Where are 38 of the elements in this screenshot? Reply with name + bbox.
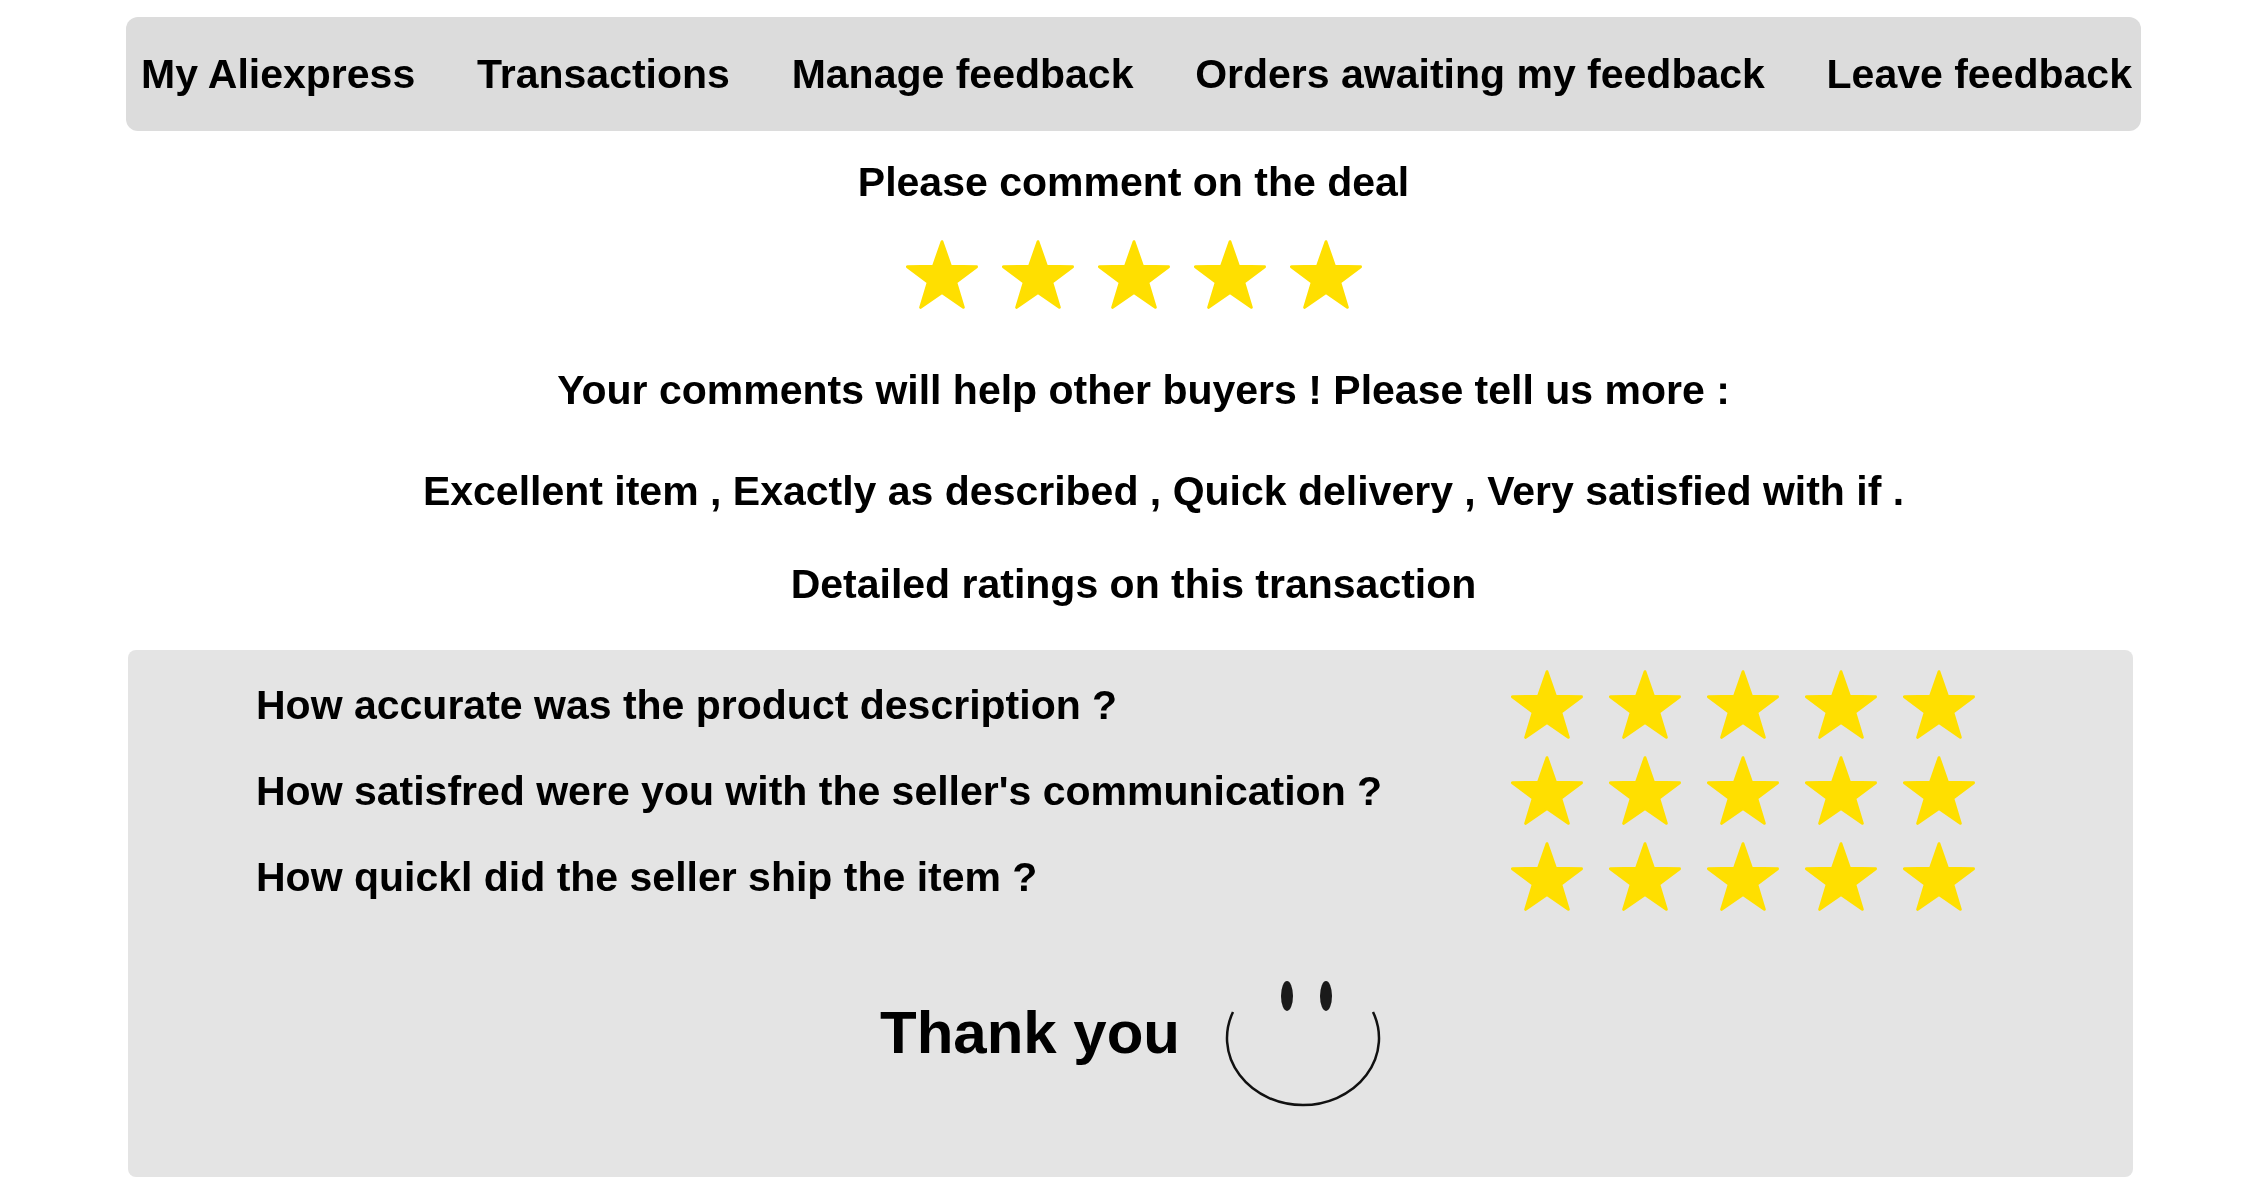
- star-icon[interactable]: [1289, 240, 1362, 309]
- star-icon[interactable]: [1903, 842, 1975, 911]
- star-icon[interactable]: [1707, 842, 1779, 911]
- star-icon[interactable]: [1193, 240, 1266, 309]
- thank-you-text: Thank you: [880, 998, 1180, 1068]
- section-title: Detailed ratings on this transaction: [790, 560, 1477, 608]
- nav-link[interactable]: Leave feedback: [1826, 50, 2132, 98]
- nav-link[interactable]: Transactions: [476, 50, 730, 98]
- star-icon[interactable]: [1097, 240, 1170, 309]
- star-icon[interactable]: [1511, 756, 1583, 825]
- star-icon[interactable]: [1511, 670, 1583, 739]
- star-icon[interactable]: [1609, 756, 1681, 825]
- star-rating[interactable]: [1511, 842, 1975, 911]
- rating-question: How quickl did the seller ship the item ?: [256, 852, 1038, 901]
- comment-text: Excellent item , Exactly as described , Quick delivery , Very satisfied with if .: [422, 467, 1905, 515]
- star-rating[interactable]: [1511, 670, 1975, 739]
- star-rating[interactable]: [905, 240, 1362, 309]
- nav-link[interactable]: Manage feedback: [791, 50, 1134, 98]
- star-icon[interactable]: [1609, 842, 1681, 911]
- star-icon[interactable]: [1001, 240, 1074, 309]
- star-icon[interactable]: [1707, 670, 1779, 739]
- rating-question: How accurate was the product description ?: [256, 680, 1118, 729]
- star-icon[interactable]: [1805, 842, 1877, 911]
- star-rating[interactable]: [1511, 756, 1975, 825]
- star-icon[interactable]: [1805, 670, 1877, 739]
- star-icon[interactable]: [1805, 756, 1877, 825]
- star-icon[interactable]: [1609, 670, 1681, 739]
- star-icon[interactable]: [1903, 670, 1975, 739]
- nav-link[interactable]: My Aliexpress: [141, 50, 416, 98]
- star-icon[interactable]: [1511, 842, 1583, 911]
- comment-prompt: Your comments will help other buyers ! Please tell us more :: [557, 366, 1730, 414]
- rating-question: How satisfred were you with the seller's communication ?: [256, 766, 1383, 815]
- star-icon[interactable]: [1903, 756, 1975, 825]
- star-icon[interactable]: [905, 240, 978, 309]
- smiley-icon: [1225, 981, 1381, 1107]
- rating-prompt: Please comment on the deal: [857, 158, 1410, 206]
- star-icon[interactable]: [1707, 756, 1779, 825]
- nav-link[interactable]: Orders awaiting my feedback: [1195, 50, 1765, 98]
